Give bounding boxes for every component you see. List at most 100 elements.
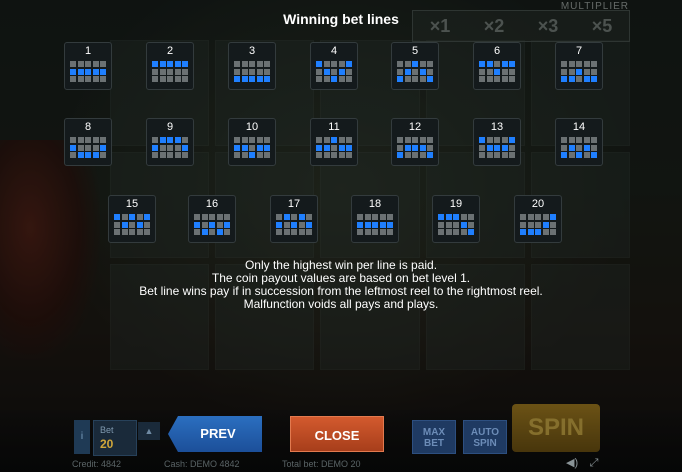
spin-button[interactable]: SPIN (512, 404, 600, 452)
auto-spin-button[interactable]: AUTO SPIN (463, 420, 507, 454)
inactive-cell (291, 214, 297, 220)
inactive-cell (152, 76, 158, 82)
bet-line-card: 14 (555, 118, 603, 166)
bet-line-number: 12 (408, 121, 422, 133)
inactive-cell (494, 61, 500, 67)
inactive-cell (576, 61, 582, 67)
inactive-cell (468, 214, 474, 220)
sound-icon[interactable]: ◀) (566, 457, 578, 469)
active-cell (379, 221, 386, 228)
close-button[interactable]: CLOSE (290, 416, 384, 452)
bet-line-card: 15 (108, 195, 156, 243)
inactive-cell (201, 214, 208, 220)
active-cell (264, 76, 270, 82)
inactive-cell (331, 68, 337, 75)
bet-line-card: 3 (228, 42, 276, 90)
bet-line-number: 15 (125, 198, 139, 210)
bet-line-card: 1 (64, 42, 112, 90)
bet-line-card: 10 (228, 118, 276, 166)
active-cell (561, 76, 567, 82)
bet-line-number: 4 (330, 45, 338, 57)
inactive-cell (397, 137, 403, 143)
inactive-cell (591, 144, 597, 151)
bet-selector[interactable]: Bet 20 (93, 420, 137, 456)
inactive-cell (167, 68, 173, 75)
inactive-cell (561, 68, 567, 75)
inactive-cell (412, 152, 418, 158)
inactive-cell (283, 221, 290, 228)
bet-increase-icon[interactable]: ▲ (138, 422, 160, 440)
active-cell (100, 144, 106, 151)
bet-line-number: 7 (575, 45, 583, 57)
active-cell (404, 68, 411, 75)
inactive-cell (479, 76, 485, 82)
inactive-cell (427, 68, 433, 75)
inactive-cell (316, 68, 322, 75)
active-cell (527, 229, 534, 235)
bet-line-pattern (438, 214, 474, 237)
inactive-cell (144, 221, 150, 228)
inactive-cell (201, 221, 208, 228)
active-cell (234, 144, 240, 151)
active-cell (509, 137, 515, 143)
bet-line-card: 20 (514, 195, 562, 243)
active-cell (298, 214, 305, 220)
inactive-cell (583, 137, 590, 143)
inactive-cell (100, 137, 106, 143)
inactive-cell (182, 68, 188, 75)
active-cell (152, 61, 158, 67)
inactive-cell (479, 68, 485, 75)
inactive-cell (291, 229, 297, 235)
inactive-cell (256, 152, 263, 158)
inactive-cell (331, 152, 337, 158)
inactive-cell (129, 221, 135, 228)
max-bet-button[interactable]: MAX BET (412, 420, 456, 454)
active-cell (152, 144, 158, 151)
inactive-cell (194, 214, 200, 220)
inactive-cell (209, 214, 215, 220)
inactive-cell (167, 144, 173, 151)
inactive-cell (576, 137, 582, 143)
inactive-cell (591, 137, 597, 143)
inactive-cell (264, 152, 270, 158)
active-cell (241, 144, 248, 151)
inactive-cell (568, 61, 575, 67)
inactive-cell (92, 137, 99, 143)
bet-line-pattern (70, 61, 106, 84)
inactive-cell (306, 214, 312, 220)
bet-line-number: 18 (368, 198, 382, 210)
inactive-cell (194, 229, 200, 235)
inactive-cell (70, 152, 76, 158)
active-cell (397, 76, 403, 82)
inactive-cell (256, 61, 263, 67)
active-cell (486, 61, 493, 67)
bet-line-pattern (234, 137, 270, 160)
inactive-cell (568, 68, 575, 75)
cash-display: Cash: DEMO 4842 (164, 459, 240, 469)
bet-line-number: 14 (572, 121, 586, 133)
bet-line-pattern (114, 214, 150, 237)
inactive-cell (174, 152, 181, 158)
inactive-cell (501, 137, 508, 143)
active-cell (323, 144, 330, 151)
active-cell (121, 221, 128, 228)
active-cell (583, 144, 590, 151)
inactive-cell (338, 76, 345, 82)
inactive-cell (92, 144, 99, 151)
active-cell (264, 144, 270, 151)
active-cell (486, 144, 493, 151)
inactive-cell (77, 137, 84, 143)
prev-button[interactable]: PREV (168, 416, 262, 452)
info-button[interactable]: i (74, 420, 90, 454)
bet-line-pattern (316, 137, 352, 160)
fullscreen-icon[interactable]: ⤢ (588, 457, 600, 469)
inactive-cell (216, 221, 223, 228)
inactive-cell (100, 76, 106, 82)
inactive-cell (331, 144, 337, 151)
inactive-cell (550, 229, 556, 235)
inactive-cell (256, 68, 263, 75)
active-cell (174, 137, 181, 143)
active-cell (249, 152, 255, 158)
active-cell (404, 144, 411, 151)
inactive-cell (283, 229, 290, 235)
